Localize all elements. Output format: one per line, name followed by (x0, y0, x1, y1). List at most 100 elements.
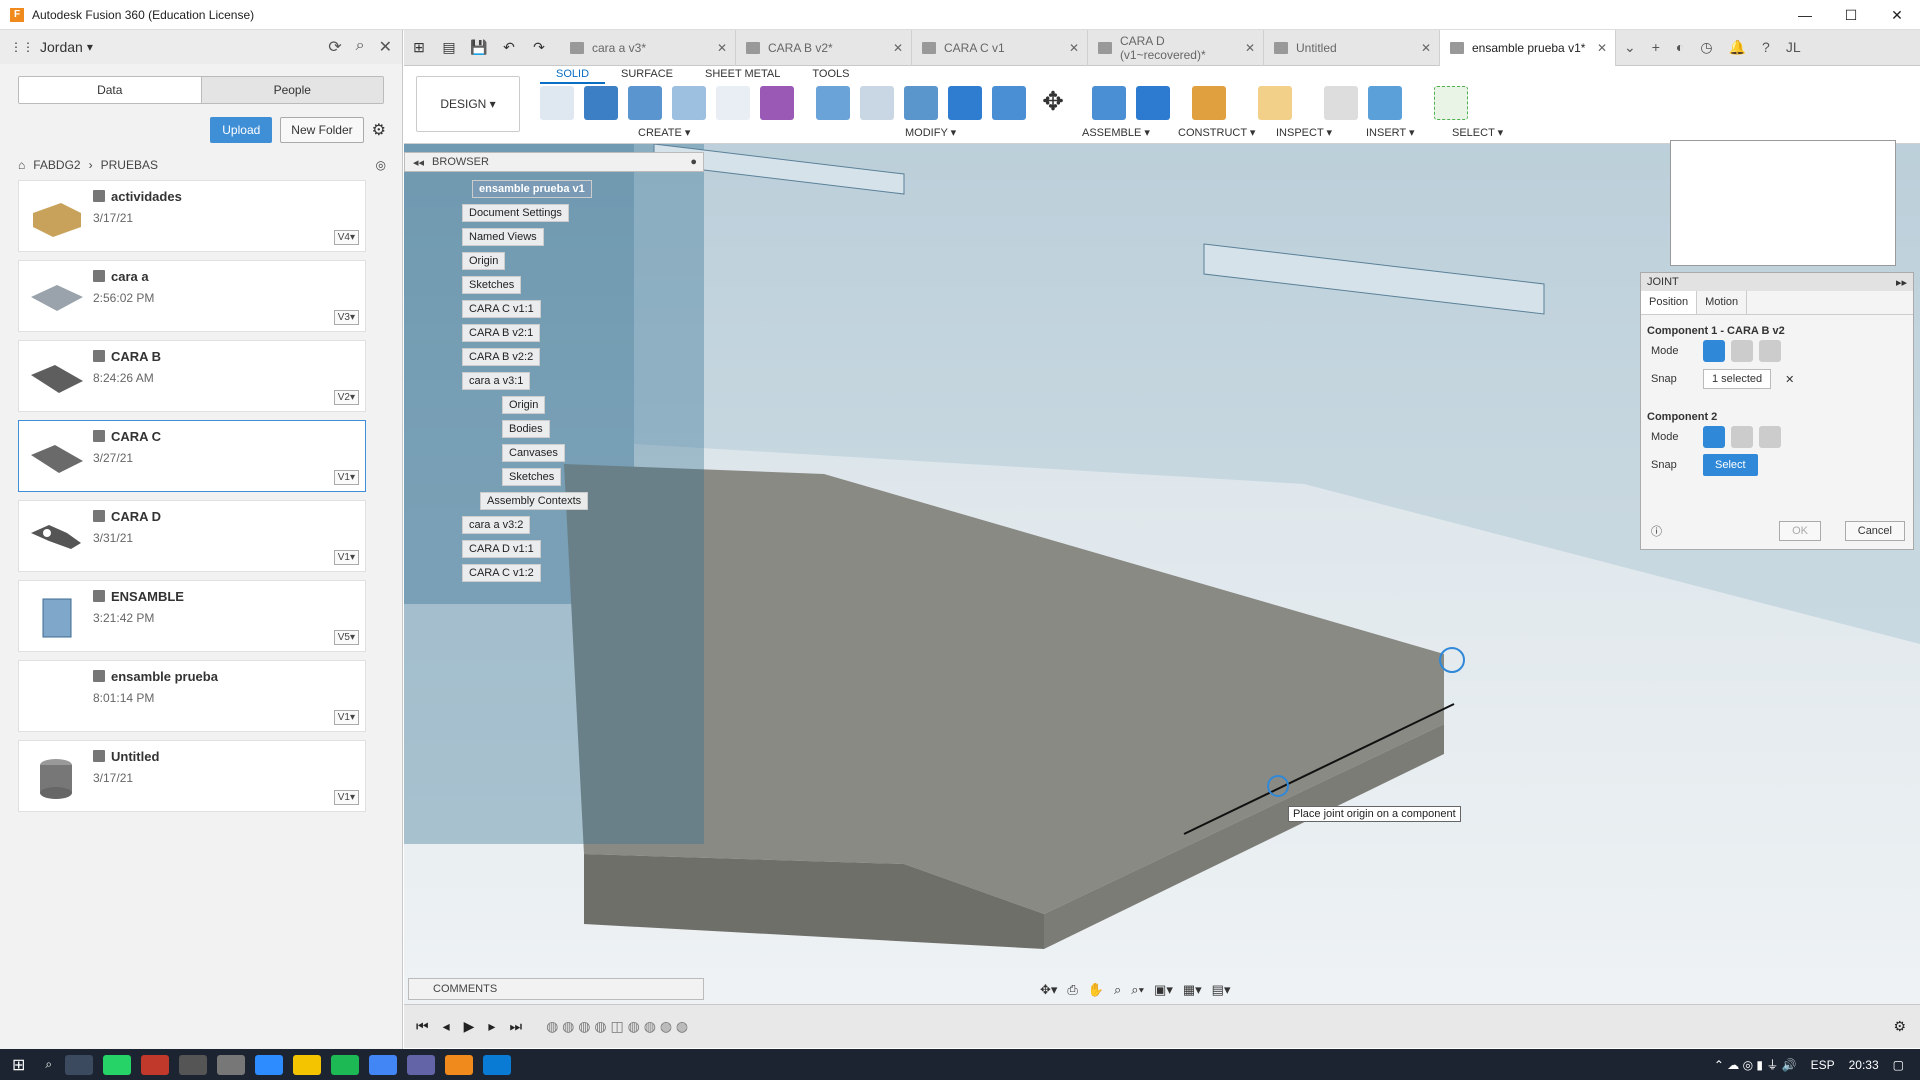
file-menu-icon[interactable]: ▤ (434, 39, 464, 56)
snap-selection[interactable]: 1 selected (1703, 369, 1772, 389)
revolve-icon[interactable] (628, 86, 662, 120)
task-view-icon[interactable] (65, 1054, 94, 1075)
undo-icon[interactable]: ↶ (494, 39, 524, 56)
doc-tab[interactable]: CARA C v1 ✕ (912, 29, 1088, 66)
display-settings-icon[interactable]: ▣▾ (1154, 982, 1173, 998)
help-icon[interactable]: ? (1762, 39, 1770, 56)
new-component-icon[interactable] (1092, 86, 1126, 120)
maximize-button[interactable]: ☐ (1828, 0, 1874, 30)
timeline-feature-icon[interactable]: ◍ ◍ ◍ ◍ ◫ ◍ ◍ ◍ ◍ (546, 1018, 688, 1035)
tree-item[interactable]: CARA D v1:1 (462, 540, 541, 558)
globe-icon[interactable]: ◎ (376, 158, 386, 172)
clock[interactable]: 20:33 (1849, 1058, 1879, 1072)
zoom-icon[interactable] (255, 1054, 284, 1075)
doc-tab-active[interactable]: ensamble prueba v1* ✕ (1440, 29, 1616, 66)
select-icon[interactable] (1434, 86, 1468, 120)
play-icon[interactable]: ▶ (464, 1018, 475, 1035)
between-mode-icon[interactable] (1731, 340, 1753, 362)
zoom-icon[interactable]: ⌕ (1114, 982, 1121, 998)
upload-button[interactable]: Upload (210, 117, 273, 143)
tab-solid[interactable]: SOLID (540, 66, 606, 84)
version-badge[interactable]: V1▾ (333, 550, 359, 565)
shell-icon[interactable] (904, 86, 938, 120)
offset-icon[interactable] (992, 86, 1026, 120)
tab-motion[interactable]: Motion (1697, 291, 1748, 314)
viewports-icon[interactable]: ▤▾ (1212, 982, 1231, 998)
version-badge[interactable]: V2▾ (333, 390, 359, 405)
tree-item[interactable]: Assembly Contexts (480, 492, 589, 510)
version-badge[interactable]: V5▾ (333, 630, 359, 645)
grid-icon[interactable]: ⊞ (404, 39, 434, 56)
group-create[interactable]: CREATE ▾ (638, 126, 690, 139)
sketch-icon[interactable] (540, 86, 574, 120)
insert-canvas-icon[interactable] (1368, 86, 1402, 120)
two-faces-mode-icon[interactable] (1759, 426, 1781, 448)
fit-icon[interactable]: ⌕▾ (1131, 982, 1144, 998)
app-icon[interactable] (483, 1054, 512, 1075)
version-badge[interactable]: V4▾ (333, 230, 359, 245)
tree-root[interactable]: ensamble prueba v1 (472, 180, 592, 198)
component2-header[interactable]: Component 2 (1647, 411, 1907, 423)
file-item[interactable]: cara a 2:56:02 PM V3▾ (18, 260, 366, 332)
close-tab-icon[interactable]: ✕ (893, 41, 903, 55)
app-icon[interactable] (217, 1054, 246, 1075)
doc-tab[interactable]: CARA D (v1~recovered)* ✕ (1088, 29, 1264, 66)
joint-icon[interactable] (1136, 86, 1170, 120)
tree-item[interactable]: Named Views (462, 228, 544, 246)
minimize-button[interactable]: — (1782, 0, 1828, 30)
tree-item[interactable]: Sketches (462, 276, 522, 294)
tab-people[interactable]: People (200, 77, 383, 103)
pan-icon[interactable]: ✋ (1088, 982, 1104, 998)
version-badge[interactable]: V1▾ (333, 710, 359, 725)
tree-item[interactable]: cara a v3:2 (462, 516, 531, 534)
grid-settings-icon[interactable]: ▦▾ (1183, 982, 1202, 998)
file-item[interactable]: CARA B 8:24:26 AM V2▾ (18, 340, 366, 412)
two-faces-mode-icon[interactable] (1759, 340, 1781, 362)
insert-derive-icon[interactable] (1324, 86, 1358, 120)
timeline-settings-icon[interactable]: ⚙ (1893, 1018, 1906, 1035)
close-tab-icon[interactable]: ✕ (717, 41, 727, 55)
version-badge[interactable]: V1▾ (333, 470, 359, 485)
file-item[interactable]: ensamble prueba 8:01:14 PM V1▾ (18, 660, 366, 732)
new-tab-icon[interactable]: + (1652, 39, 1660, 56)
breadcrumb-pruebas[interactable]: PRUEBAS (101, 158, 158, 172)
pattern-icon[interactable] (716, 86, 750, 120)
extrude-icon[interactable] (584, 86, 618, 120)
close-tab-icon[interactable]: ✕ (1421, 41, 1431, 55)
move-icon[interactable]: ✥ (1036, 86, 1070, 120)
notifications-icon[interactable]: 🔔 (1729, 39, 1746, 56)
component1-header[interactable]: Component 1 - CARA B v2 (1647, 325, 1907, 337)
save-icon[interactable]: 💾 (464, 39, 494, 56)
group-select[interactable]: SELECT ▾ (1452, 126, 1503, 139)
app-icon[interactable] (141, 1054, 170, 1075)
whatsapp-icon[interactable] (103, 1054, 132, 1075)
go-to-end-icon[interactable]: ⏭ (509, 1018, 522, 1035)
step-forward-icon[interactable]: ▸ (488, 1018, 495, 1035)
grid-icon[interactable]: ⋮⋮ (10, 40, 34, 54)
store-icon[interactable] (179, 1054, 208, 1075)
group-inspect[interactable]: INSPECT ▾ (1276, 126, 1332, 139)
gear-icon[interactable]: ⚙ (372, 120, 386, 140)
tree-item[interactable]: Canvases (502, 444, 565, 462)
tab-position[interactable]: Position (1641, 291, 1698, 314)
look-at-icon[interactable]: ⎙ (1067, 982, 1077, 998)
spotify-icon[interactable] (331, 1054, 360, 1075)
tree-item[interactable]: Bodies (502, 420, 550, 438)
version-badge[interactable]: V3▾ (333, 310, 359, 325)
group-assemble[interactable]: ASSEMBLE ▾ (1082, 126, 1150, 139)
chrome-icon[interactable] (369, 1054, 398, 1075)
fusion-taskbar-icon[interactable] (445, 1054, 474, 1075)
search-icon[interactable]: ⌕ (45, 1057, 52, 1072)
tab-sheet-metal[interactable]: SHEET METAL (689, 66, 796, 84)
new-folder-button[interactable]: New Folder (280, 117, 364, 143)
group-insert[interactable]: INSERT ▾ (1366, 126, 1415, 139)
hole-icon[interactable] (672, 86, 706, 120)
cancel-button[interactable]: Cancel (1844, 521, 1905, 541)
info-icon[interactable]: ⓘ (1651, 523, 1662, 539)
file-item[interactable]: CARA D 3/31/21 V1▾ (18, 500, 366, 572)
press-pull-icon[interactable] (816, 86, 850, 120)
chevron-down-icon[interactable]: ▾ (87, 40, 93, 54)
tree-item[interactable]: CARA C v1:2 (462, 564, 541, 582)
workspace-switcher[interactable]: DESIGN ▾ (416, 76, 520, 132)
refresh-icon[interactable]: ⟳ (328, 37, 341, 57)
